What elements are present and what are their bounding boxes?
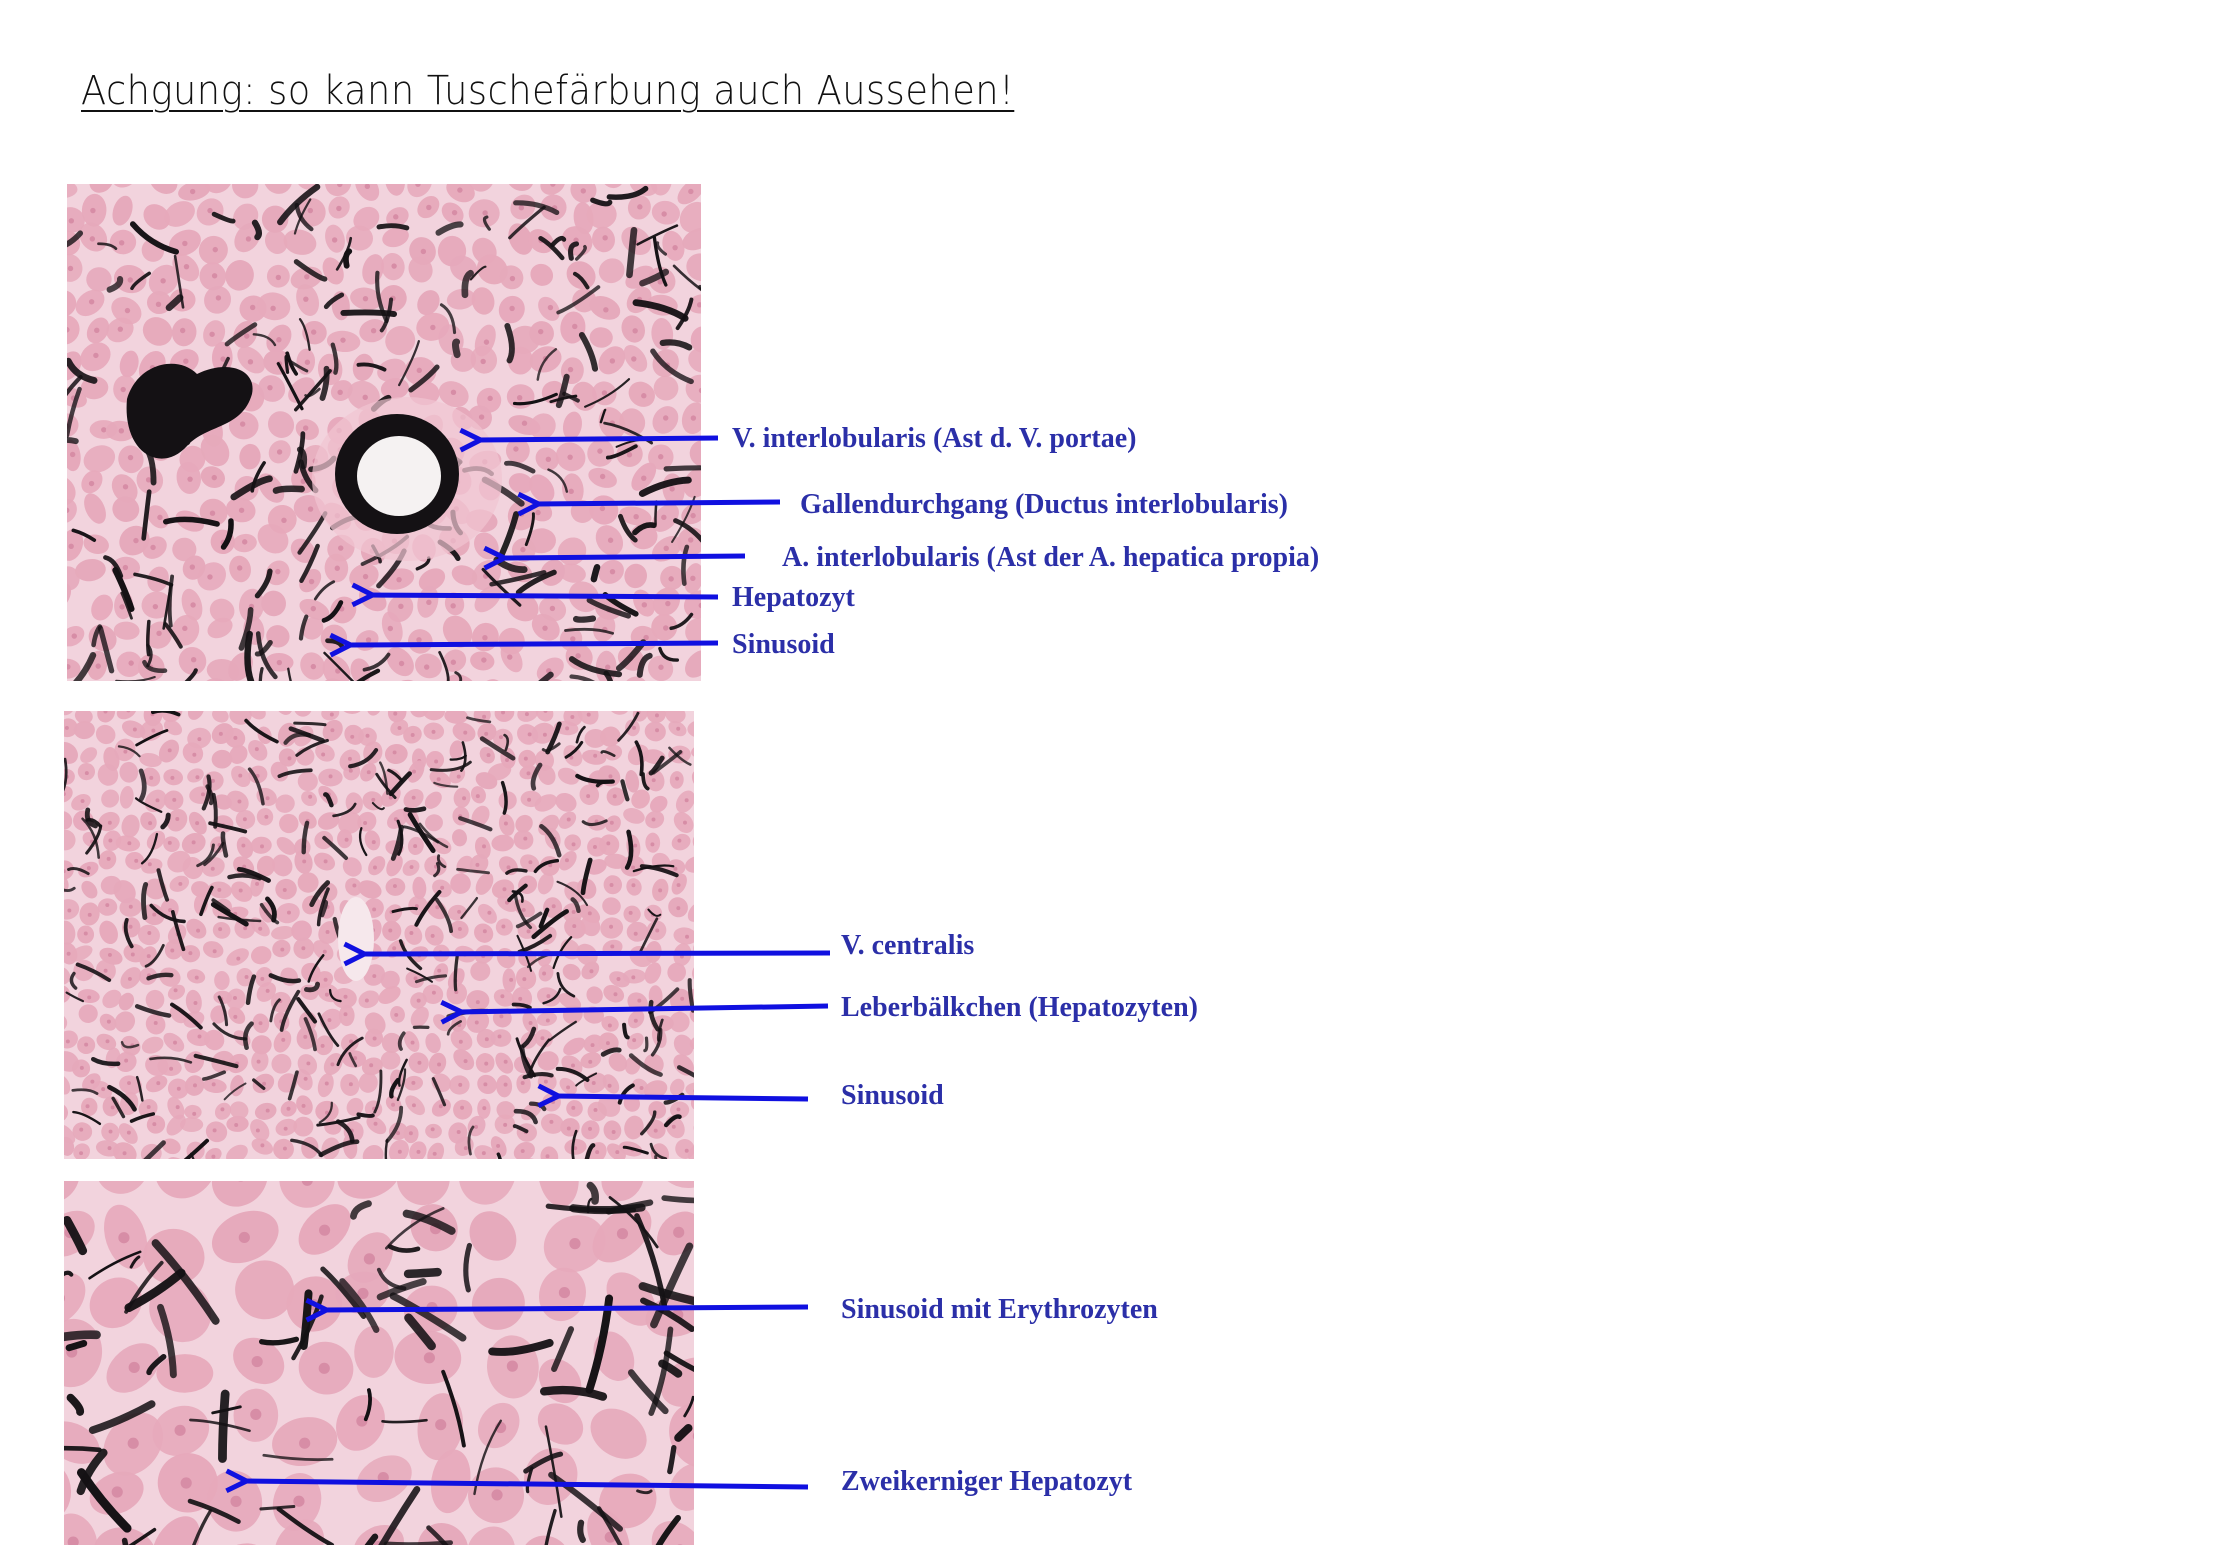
label-sinusoid-erythrozyten: Sinusoid mit Erythrozyten xyxy=(841,1294,1158,1325)
label-sinusoid-1: Sinusoid xyxy=(732,629,835,660)
label-leberbaelkchen: Leberbälkchen (Hepatozyten) xyxy=(841,992,1198,1023)
micrograph-portal-field xyxy=(67,184,701,681)
label-hepatozyt: Hepatozyt xyxy=(732,582,855,613)
label-v-interlobularis: V. interlobularis (Ast d. V. portae) xyxy=(732,423,1137,454)
label-sinusoid-2: Sinusoid xyxy=(841,1080,944,1111)
label-gallendurchgang: Gallendurchgang (Ductus interlobularis) xyxy=(800,489,1288,520)
page-title: Achgung: so kann Tuschefärbung auch Auss… xyxy=(81,68,1015,114)
micrograph-central-vein xyxy=(64,711,694,1159)
micrograph-high-magnification xyxy=(64,1181,694,1545)
label-v-centralis: V. centralis xyxy=(841,930,975,961)
label-zweikerniger-hepatozyt: Zweikerniger Hepatozyt xyxy=(841,1466,1133,1497)
label-a-interlobularis: A. interlobularis (Ast der A. hepatica p… xyxy=(782,542,1320,573)
